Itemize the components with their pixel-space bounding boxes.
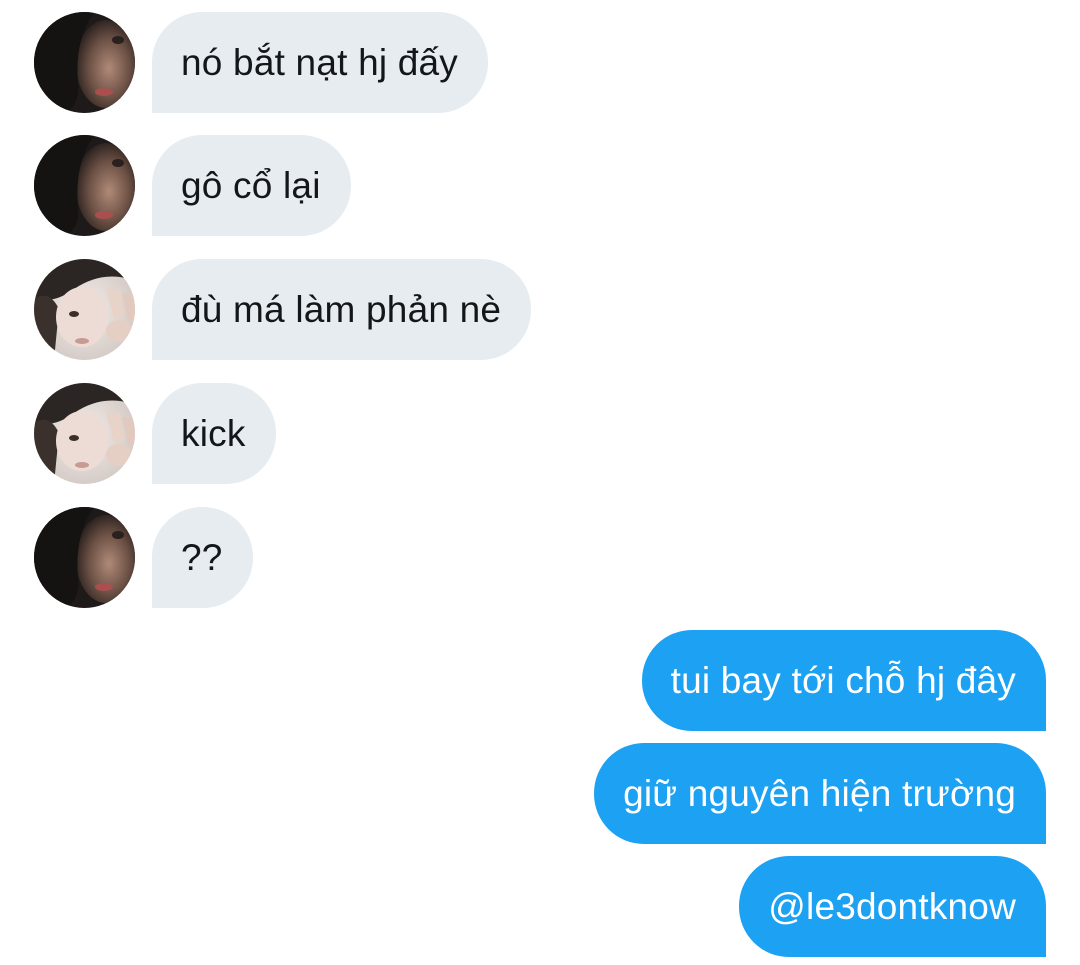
incoming-message-bubble[interactable]: kick — [152, 383, 276, 484]
incoming-message-bubble[interactable]: đù má làm phản nè — [152, 259, 532, 360]
incoming-message-bubble[interactable]: ?? — [152, 507, 253, 608]
message-row: gô cổ lại — [0, 135, 1080, 236]
outgoing-message-bubble[interactable]: giữ nguyên hiện trường — [594, 743, 1046, 844]
message-row: kick — [0, 383, 1080, 484]
dark-hood-avatar[interactable] — [34, 135, 135, 236]
outgoing-message-bubble[interactable]: tui bay tới chỗ hj đây — [641, 630, 1046, 731]
incoming-message-bubble[interactable]: gô cổ lại — [152, 135, 351, 236]
message-row: @le3dontknow — [0, 856, 1080, 957]
outgoing-message-bubble[interactable]: @le3dontknow — [739, 856, 1046, 957]
dark-hood-avatar[interactable] — [34, 12, 135, 113]
peace-sign-avatar[interactable] — [34, 259, 135, 360]
message-row: giữ nguyên hiện trường — [0, 743, 1080, 844]
incoming-message-bubble[interactable]: nó bắt nạt hj đấy — [152, 12, 488, 113]
dark-hood-avatar[interactable] — [34, 507, 135, 608]
message-row: nó bắt nạt hj đấy — [0, 12, 1080, 113]
peace-sign-avatar[interactable] — [34, 383, 135, 484]
message-row: đù má làm phản nè — [0, 259, 1080, 360]
message-row: tui bay tới chỗ hj đây — [0, 630, 1080, 731]
message-row: ?? — [0, 507, 1080, 608]
